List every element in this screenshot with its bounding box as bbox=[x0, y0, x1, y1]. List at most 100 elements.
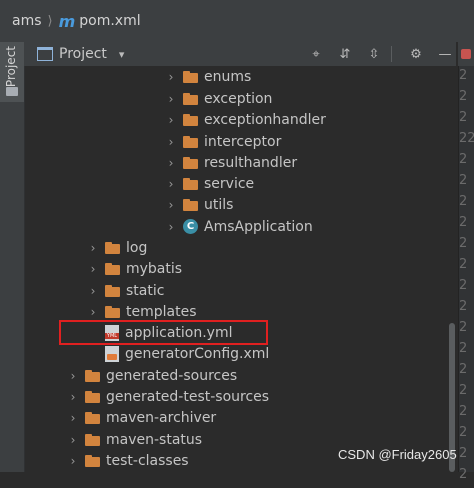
gutter-line-number: 2 bbox=[459, 467, 468, 482]
tree-item-label: generatorConfig.xml bbox=[125, 345, 270, 362]
tree-item-maven-archiver[interactable]: › maven-archiver bbox=[66, 407, 217, 428]
tree-item-label: generated-test-sources bbox=[106, 388, 270, 405]
folder-icon bbox=[85, 390, 100, 403]
tree-item-generated-test-sources[interactable]: › generated-test-sources bbox=[66, 386, 270, 407]
editor-tab-strip[interactable] bbox=[458, 42, 474, 66]
tree-item-label: log bbox=[126, 239, 148, 256]
tree-item-generated-sources[interactable]: › generated-sources bbox=[66, 365, 238, 386]
breadcrumb: ams ⟩ m pom.xml bbox=[0, 0, 474, 43]
chevron-right-icon[interactable]: › bbox=[66, 369, 80, 383]
gutter-line-number: 2 bbox=[459, 278, 468, 293]
chevron-right-icon[interactable]: › bbox=[164, 113, 178, 127]
folder-icon bbox=[183, 177, 198, 190]
tree-item-label: service bbox=[204, 175, 255, 192]
chevron-right-icon[interactable]: › bbox=[164, 156, 178, 170]
project-tab-label: Project bbox=[4, 46, 18, 88]
tree-item-label: exceptionhandler bbox=[204, 111, 326, 128]
chevron-right-icon[interactable]: › bbox=[86, 262, 100, 276]
tree-item-utils[interactable]: › utils bbox=[164, 194, 234, 215]
project-tool-tab[interactable]: Project bbox=[0, 42, 24, 102]
tree-item-amsapplication[interactable]: › C AmsApplication bbox=[164, 216, 313, 237]
gutter-line-number: 2 bbox=[459, 68, 468, 83]
project-tree: › enums › exception › exceptionhandler ›… bbox=[24, 66, 452, 472]
chevron-right-icon[interactable]: › bbox=[86, 305, 100, 319]
tree-item-label: exception bbox=[204, 90, 273, 107]
file-type-icon bbox=[461, 49, 471, 59]
tree-item-log[interactable]: › log bbox=[86, 237, 148, 258]
chevron-right-icon[interactable]: › bbox=[66, 411, 80, 425]
chevron-right-icon[interactable]: › bbox=[66, 433, 80, 447]
gutter-line-number: 2 bbox=[459, 362, 468, 377]
gutter-line-number: 2 bbox=[459, 383, 468, 398]
gutter-line-number: 2 bbox=[459, 299, 468, 314]
project-view-title[interactable]: Project bbox=[59, 46, 107, 62]
watermark: CSDN @Friday2605 bbox=[338, 447, 457, 462]
gutter-line-number: 2 bbox=[459, 446, 468, 461]
left-tool-strip bbox=[0, 42, 25, 472]
chevron-right-icon[interactable]: › bbox=[66, 390, 80, 404]
gutter-line-number: 2 bbox=[459, 257, 468, 272]
gutter-line-number: 22 bbox=[459, 131, 474, 146]
highlight-box bbox=[59, 320, 268, 345]
folder-icon bbox=[105, 241, 120, 254]
tree-item-label: maven-archiver bbox=[106, 409, 217, 426]
folder-icon bbox=[183, 113, 198, 126]
folder-icon bbox=[105, 284, 120, 297]
tree-item-label: AmsApplication bbox=[204, 218, 313, 235]
chevron-right-icon[interactable]: › bbox=[164, 220, 178, 234]
gutter-line-number: 2 bbox=[459, 236, 468, 251]
locate-file-icon[interactable]: ⌖ bbox=[305, 43, 327, 65]
folder-icon bbox=[183, 70, 198, 83]
tree-item-generatorconfig-xml[interactable]: generatorConfig.xml bbox=[86, 343, 269, 364]
tree-item-exception[interactable]: › exception bbox=[164, 88, 273, 109]
folder-icon bbox=[85, 369, 100, 382]
folder-icon bbox=[105, 305, 120, 318]
tree-item-service[interactable]: › service bbox=[164, 173, 255, 194]
tree-item-enums[interactable]: › enums bbox=[164, 66, 252, 87]
tree-item-label: generated-sources bbox=[106, 367, 238, 384]
chevron-right-icon[interactable]: › bbox=[86, 241, 100, 255]
chevron-right-icon[interactable]: › bbox=[86, 284, 100, 298]
tree-item-label: maven-status bbox=[106, 431, 203, 448]
folder-icon bbox=[183, 135, 198, 148]
tree-item-label: enums bbox=[204, 68, 252, 85]
folder-icon bbox=[183, 92, 198, 105]
gear-icon[interactable]: ⚙ bbox=[405, 43, 427, 65]
chevron-right-icon[interactable]: › bbox=[164, 135, 178, 149]
gutter-line-number: 2 bbox=[459, 152, 468, 167]
tree-item-exceptionhandler[interactable]: › exceptionhandler bbox=[164, 109, 326, 130]
chevron-right-icon[interactable]: › bbox=[164, 70, 178, 84]
gutter-line-number: 2 bbox=[459, 404, 468, 419]
chevron-right-icon[interactable]: › bbox=[66, 454, 80, 468]
tree-item-templates[interactable]: › templates bbox=[86, 301, 197, 322]
folder-icon bbox=[105, 262, 120, 275]
chevron-down-icon[interactable]: ▾ bbox=[119, 48, 125, 61]
chevron-right-icon[interactable]: › bbox=[164, 92, 178, 106]
tree-item-resulthandler[interactable]: › resulthandler bbox=[164, 152, 297, 173]
breadcrumb-root[interactable]: ams bbox=[12, 13, 42, 29]
folder-icon bbox=[85, 454, 100, 467]
hide-panel-icon[interactable]: — bbox=[434, 43, 456, 65]
gutter-line-number: 2 bbox=[459, 194, 468, 209]
collapse-all-icon[interactable]: ⇳ bbox=[363, 43, 385, 65]
tree-item-maven-status[interactable]: › maven-status bbox=[66, 429, 202, 450]
tree-item-label: test-classes bbox=[106, 452, 189, 469]
project-toolbar: Project ▾ ⌖ ⇵ ⇳ ⚙ — bbox=[24, 42, 456, 66]
breadcrumb-file[interactable]: pom.xml bbox=[79, 13, 140, 29]
chevron-right-icon[interactable]: › bbox=[164, 177, 178, 191]
tree-item-interceptor[interactable]: › interceptor bbox=[164, 131, 282, 152]
tree-item-static[interactable]: › static bbox=[86, 280, 165, 301]
tree-item-label: static bbox=[126, 282, 165, 299]
tree-item-label: interceptor bbox=[204, 133, 282, 150]
folder-icon bbox=[183, 156, 198, 169]
tree-item-mybatis[interactable]: › mybatis bbox=[86, 258, 182, 279]
expand-all-icon[interactable]: ⇵ bbox=[334, 43, 356, 65]
gutter-line-number: 2 bbox=[459, 89, 468, 104]
tree-item-label: resulthandler bbox=[204, 154, 298, 171]
spring-boot-class-icon: C bbox=[183, 219, 198, 234]
tree-item-test-classes[interactable]: › test-classes bbox=[66, 450, 189, 471]
gutter-line-number: 2 bbox=[459, 173, 468, 188]
chevron-right-icon[interactable]: › bbox=[164, 198, 178, 212]
gutter-line-number: 2 bbox=[459, 110, 468, 125]
folder-icon bbox=[6, 87, 18, 96]
